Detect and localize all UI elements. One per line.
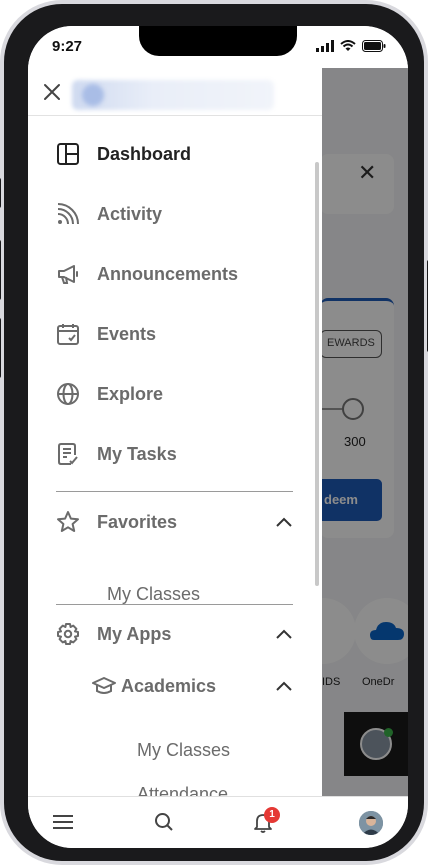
nav-label-my-tasks: My Tasks (97, 443, 177, 464)
nav-item-explore[interactable]: Explore (56, 374, 163, 414)
cellular-signal-icon (316, 40, 334, 52)
nav-label-events: Events (97, 323, 157, 344)
favorites-item-my-classes[interactable]: My Classes (107, 584, 200, 605)
academics-section-toggle[interactable]: Academics (92, 666, 293, 706)
academics-item-attendance[interactable]: Attendance (137, 784, 228, 796)
dashboard-icon (56, 142, 80, 166)
nav-label-activity: Activity (97, 203, 163, 224)
nav-item-announcements[interactable]: Announcements (56, 254, 238, 294)
screen: ✕ EWARDS 300 deem IDS OneDr 9:27 Dashboa… (28, 26, 408, 848)
my-apps-label: My Apps (97, 623, 172, 644)
nav-label-dashboard: Dashboard (97, 143, 192, 164)
close-icon (44, 84, 60, 100)
avatar-icon (359, 811, 383, 835)
globe-icon (56, 382, 80, 406)
close-drawer-button[interactable] (40, 80, 64, 104)
notification-count-badge: 1 (264, 807, 280, 823)
phone-frame: ✕ EWARDS 300 deem IDS OneDr 9:27 Dashboa… (0, 0, 428, 865)
profile-avatar[interactable] (359, 811, 383, 835)
task-list-icon (56, 442, 80, 466)
status-time: 9:27 (52, 38, 83, 55)
chevron-up-icon (276, 681, 292, 691)
academics-item-my-classes[interactable]: My Classes (137, 740, 230, 761)
search-icon (155, 813, 173, 831)
calendar-check-icon (56, 322, 80, 346)
notch (139, 26, 297, 56)
my-apps-section-toggle[interactable]: My Apps (56, 614, 293, 654)
star-icon (56, 510, 80, 534)
phone-bezel: ✕ EWARDS 300 deem IDS OneDr 9:27 Dashboa… (4, 4, 424, 861)
search-button[interactable] (151, 809, 177, 835)
chevron-up-icon (276, 517, 292, 527)
nav-label-explore: Explore (97, 383, 164, 404)
nav-item-dashboard[interactable]: Dashboard (56, 134, 191, 174)
megaphone-icon (56, 262, 80, 286)
bottom-navigation-bar: 1 (28, 796, 408, 848)
gear-icon (56, 622, 80, 646)
divider (56, 604, 293, 605)
navigation-drawer: Dashboard Activity Announcements Events … (28, 68, 322, 796)
volume-up-button (0, 240, 1, 300)
favorites-section-toggle[interactable]: Favorites (56, 502, 293, 542)
rss-feed-icon (56, 202, 80, 226)
nav-item-events[interactable]: Events (56, 314, 156, 354)
nav-item-activity[interactable]: Activity (56, 194, 162, 234)
nav-label-announcements: Announcements (97, 263, 239, 284)
school-logo-blurred (82, 84, 104, 106)
drawer-header (28, 68, 322, 116)
graduation-cap-icon (92, 674, 116, 698)
favorites-label: Favorites (97, 511, 178, 532)
mute-switch (0, 178, 1, 208)
status-icons (316, 40, 386, 52)
wifi-icon (340, 40, 356, 51)
volume-down-button (0, 318, 1, 378)
academics-label: Academics (121, 675, 217, 696)
divider (56, 491, 293, 492)
hamburger-menu-icon (53, 815, 73, 829)
battery-icon (362, 40, 386, 52)
menu-button[interactable] (50, 809, 76, 835)
chevron-up-icon (276, 629, 292, 639)
drawer-scrollbar[interactable] (315, 162, 319, 586)
nav-item-my-tasks[interactable]: My Tasks (56, 434, 177, 474)
